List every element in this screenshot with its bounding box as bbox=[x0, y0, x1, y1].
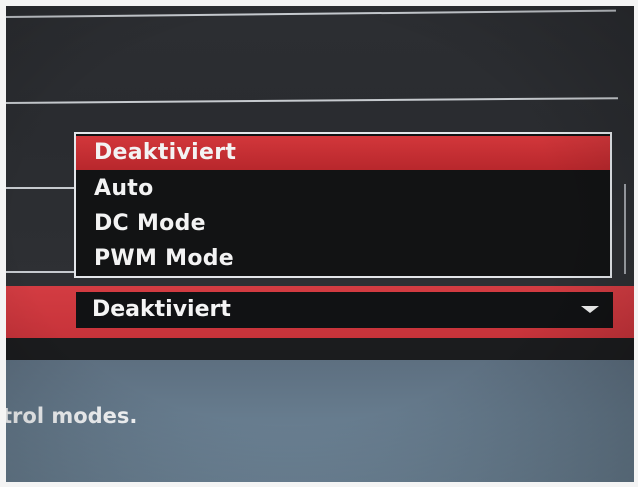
divider-line bbox=[624, 184, 626, 274]
help-text: trol modes. bbox=[6, 404, 138, 428]
menu-item-dc-mode[interactable]: DC Mode bbox=[76, 207, 610, 241]
fan-mode-select[interactable]: Deaktiviert bbox=[76, 292, 613, 328]
divider-line bbox=[6, 9, 616, 18]
menu-item-pwm-mode[interactable]: PWM Mode bbox=[76, 242, 610, 276]
help-panel: trol modes. bbox=[6, 360, 634, 482]
chevron-down-icon[interactable] bbox=[581, 306, 599, 313]
fan-mode-dropdown-menu: Deaktiviert Auto DC Mode PWM Mode bbox=[74, 132, 612, 278]
menu-item-deaktiviert[interactable]: Deaktiviert bbox=[76, 136, 610, 170]
separator-bar bbox=[6, 338, 634, 360]
divider-line bbox=[6, 271, 76, 273]
divider-line bbox=[6, 97, 618, 104]
divider-line bbox=[6, 187, 76, 189]
menu-item-auto[interactable]: Auto bbox=[76, 172, 610, 206]
bios-screen: Deaktiviert Deaktiviert Auto DC Mode PWM… bbox=[6, 6, 634, 482]
select-value: Deaktiviert bbox=[92, 297, 231, 322]
